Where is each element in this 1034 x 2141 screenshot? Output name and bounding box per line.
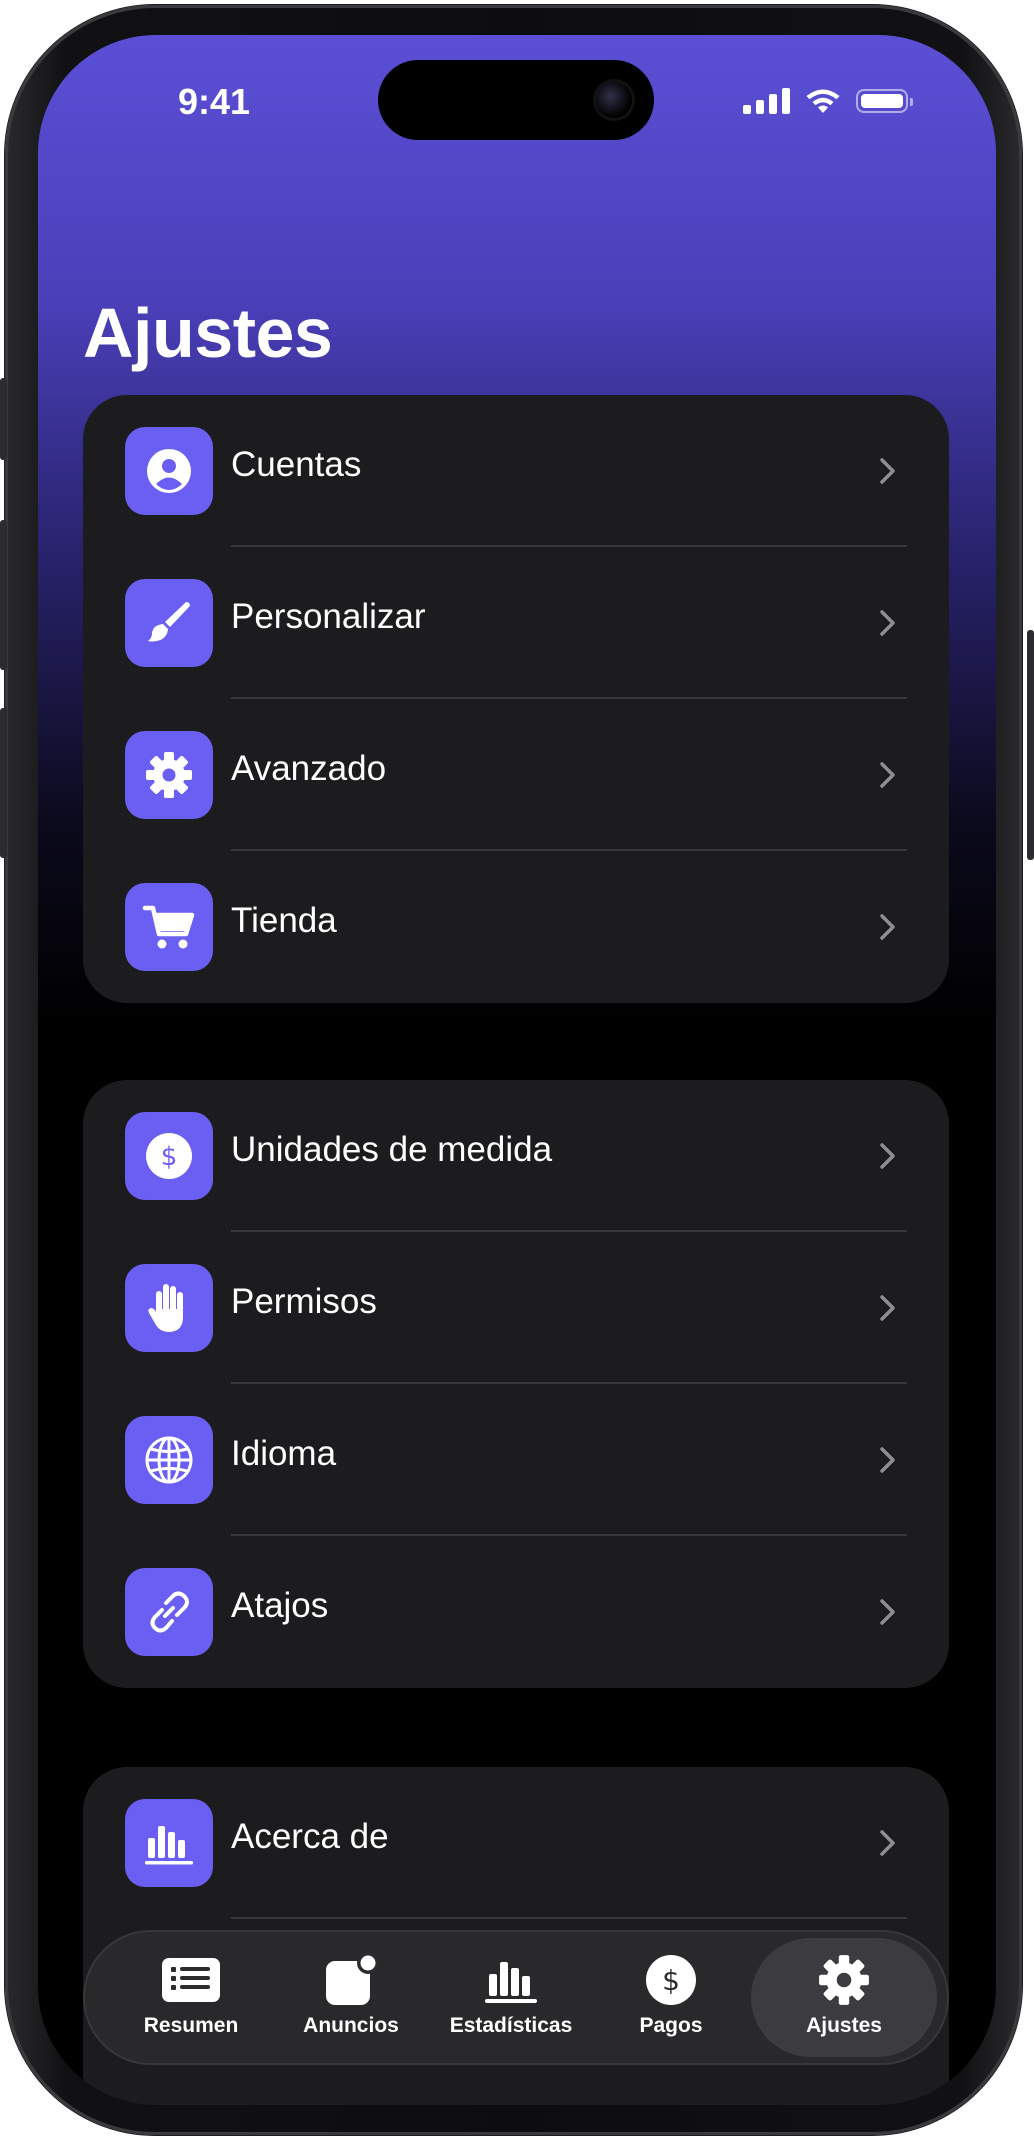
camera-icon [596,82,632,118]
chart-bars-icon [483,1952,539,2008]
person-circle-icon [125,427,213,515]
chevron-right-icon [880,1830,895,1856]
status-icons [743,87,913,115]
tab-pagos[interactable]: $ Pagos [591,1930,751,2065]
page-title: Ajustes [83,294,333,372]
tab-estadisticas[interactable]: Estadísticas [431,1930,591,2065]
chevron-right-icon [880,1143,895,1169]
action-button [0,378,7,460]
hand-icon [125,1264,213,1352]
chevron-right-icon [880,914,895,940]
row-label: Idioma [231,1434,337,1473]
power-button [1027,630,1034,860]
chevron-right-icon [880,762,895,788]
dollar-circle-icon: $ [645,1952,697,2008]
link-icon [125,1568,213,1656]
volume-up-button [0,520,7,670]
globe-icon [125,1416,213,1504]
app-badge-icon [324,1952,378,2008]
tab-label: Anuncios [303,2014,399,2037]
row-label: Permisos [231,1282,377,1321]
row-cuentas[interactable]: Cuentas [83,395,949,547]
chevron-right-icon [880,1295,895,1321]
settings-group-1: Cuentas Personalizar Avanzado Tienda [83,395,949,1003]
paintbrush-icon [125,579,213,667]
tab-anuncios[interactable]: Anuncios [271,1930,431,2065]
row-label: Unidades de medida [231,1130,553,1169]
row-tienda[interactable]: Tienda [83,851,949,1003]
row-personalizar[interactable]: Personalizar [83,547,949,699]
screen: 9:41 Ajustes Cuentas Personalizar Avanza… [38,35,996,2105]
row-avanzado[interactable]: Avanzado [83,699,949,851]
chevron-right-icon [880,610,895,636]
wifi-icon [806,89,840,113]
chevron-right-icon [880,458,895,484]
row-label: Atajos [231,1586,329,1625]
svg-text:$: $ [662,1964,680,1997]
gear-icon [817,1952,871,2008]
list-icon [162,1952,220,2008]
row-label: Avanzado [231,749,387,788]
svg-text:$: $ [161,1142,178,1172]
status-time: 9:41 [178,81,251,122]
chevron-right-icon [880,1447,895,1473]
cellular-signal-icon [743,88,790,114]
row-acerca-de[interactable]: Acerca de [83,1767,949,1919]
row-permisos[interactable]: Permisos [83,1232,949,1384]
row-label: Personalizar [231,597,426,636]
tab-label: Pagos [639,2014,703,2037]
row-idioma[interactable]: Idioma [83,1384,949,1536]
settings-group-2: $ Unidades de medida Permisos Idioma Ata… [83,1080,949,1688]
chevron-right-icon [880,1599,895,1625]
row-atajos[interactable]: Atajos [83,1536,949,1688]
tab-ajustes[interactable]: Ajustes [751,1938,937,2057]
separator [231,1917,907,1919]
battery-icon [856,89,913,113]
tab-label: Resumen [143,2014,239,2037]
tab-label: Ajustes [806,2014,882,2037]
row-unidades-de-medida[interactable]: $ Unidades de medida [83,1080,949,1232]
tab-resumen[interactable]: Resumen [111,1930,271,2065]
chart-bars-icon [125,1799,213,1887]
row-label: Acerca de [231,1817,389,1856]
row-label: Cuentas [231,445,362,484]
dollar-circle-icon: $ [125,1112,213,1200]
tab-label: Estadísticas [449,2014,573,2037]
cart-icon [125,883,213,971]
volume-down-button [0,708,7,858]
row-label: Tienda [231,901,337,940]
gear-icon [125,731,213,819]
dynamic-island [378,60,654,140]
tab-bar: Resumen Anuncios Estadísticas $ Pagos Aj… [83,1930,949,2065]
